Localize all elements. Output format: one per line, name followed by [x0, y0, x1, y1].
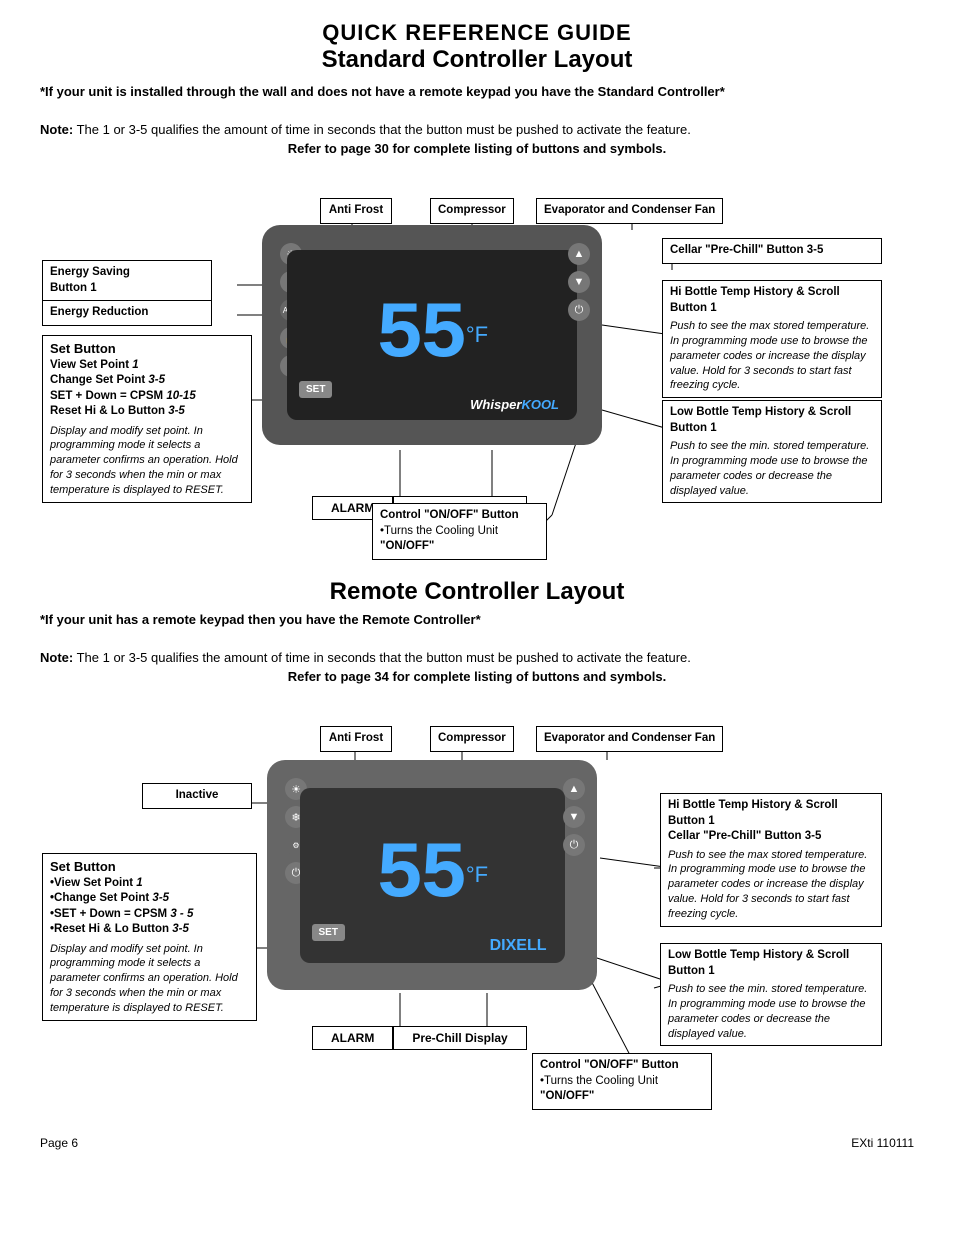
remote-brand: DIXELL [490, 937, 547, 955]
remote-bottom-bar: ALARM Pre-Chill Display [312, 1026, 527, 1050]
on-off-line1: •Turns the Cooling Unit [380, 524, 539, 540]
hi-bottle-desc: Push to see the max stored temperature. … [670, 319, 874, 393]
remote-temp-unit: °F [466, 862, 488, 888]
brand-kool: KOOL [521, 397, 559, 412]
remote-set-btn: SET [312, 924, 345, 941]
footer-doc: EXti 110111 [851, 1136, 914, 1150]
anti-frost-label: Anti Frost [320, 198, 392, 224]
remote-icon-pwr: ⏻ [563, 834, 585, 856]
remote-hi-bottle-desc: Push to see the max stored temperature. … [668, 848, 874, 922]
remote-prechill-display-box: Pre-Chill Display [393, 1026, 526, 1050]
icon-down-arrow: ▼ [568, 271, 590, 293]
hi-bottle-title: Hi Bottle Temp History & Scroll Button 1 [670, 285, 874, 316]
note-line: Note: The 1 or 3-5 qualifies the amount … [40, 122, 914, 137]
on-off-label: Control "ON/OFF" Button •Turns the Cooli… [372, 503, 547, 560]
energy-saving-label: Energy Saving Button 1 [42, 260, 212, 301]
remote-subtitle: *If your unit has a remote keypad then y… [40, 612, 914, 627]
lo-bottle-label: Low Bottle Temp History & Scroll Button … [662, 400, 882, 503]
remote-on-off-line1: •Turns the Cooling Unit [540, 1074, 704, 1090]
remote-note-bold: Refer to page 34 for complete listing of… [40, 669, 914, 684]
inactive-label: Inactive [142, 783, 252, 809]
remote-section: Remote Controller Layout *If your unit h… [40, 578, 914, 684]
lo-bottle-desc: Push to see the min. stored temperature.… [670, 439, 874, 498]
on-off-line2: "ON/OFF" [380, 539, 539, 555]
remote-lo-bottle-label: Low Bottle Temp History & Scroll Button … [660, 943, 882, 1046]
footer: Page 6 EXti 110111 [40, 1136, 914, 1150]
remote-temperature: 55 [376, 830, 464, 921]
remote-evap-fan-label: Evaporator and Condenser Fan [536, 726, 723, 752]
remote-set-view: •View Set Point 1 [50, 876, 249, 892]
remote-hi-bottle-title: Hi Bottle Temp History & Scroll Button 1 [668, 798, 874, 829]
remote-icon-down: ▼ [563, 806, 585, 828]
set-view: View Set Point 1 [50, 358, 244, 374]
on-off-title: Control "ON/OFF" Button [380, 508, 539, 524]
page-header: QUICK REFERENCE GUIDE Standard Controlle… [40, 20, 914, 156]
remote-set-cpsm: •SET + Down = CPSM 3 - 5 [50, 907, 249, 923]
dixell-brand: DIXELL [490, 937, 547, 954]
remote-note-content: The 1 or 3-5 qualifies the amount of tim… [73, 650, 691, 665]
temp-display-area: 55 °F WhisperKOOL SET [287, 250, 577, 420]
remote-on-off-label: Control "ON/OFF" Button •Turns the Cooli… [532, 1053, 712, 1110]
temperature-value: 55 [376, 290, 464, 381]
compressor-label: Compressor [430, 198, 514, 224]
remote-set-button-label: Set Button •View Set Point 1 •Change Set… [42, 853, 257, 1021]
right-icons: ▲ ▼ ⏻ [568, 243, 590, 321]
remote-on-off-line2: "ON/OFF" [540, 1089, 704, 1105]
footer-page: Page 6 [40, 1136, 78, 1150]
remote-on-off-title: Control "ON/OFF" Button [540, 1058, 704, 1074]
note-bold: Refer to page 30 for complete listing of… [40, 141, 914, 156]
remote-right-icons: ▲ ▼ ⏻ [563, 778, 585, 856]
standard-diagram: Anti Frost Compressor Evaporator and Con… [42, 170, 912, 560]
icon-up-arrow: ▲ [568, 243, 590, 265]
remote-set-desc: Display and modify set point. In program… [50, 942, 249, 1016]
remote-set-change: •Change Set Point 3-5 [50, 891, 249, 907]
temp-unit: °F [466, 322, 488, 348]
set-btn-display: SET [299, 381, 332, 398]
set-button-label: Set Button View Set Point 1 Change Set P… [42, 335, 252, 503]
remote-set-reset: •Reset Hi & Lo Button 3-5 [50, 922, 249, 938]
sub-title: Standard Controller Layout [40, 46, 914, 74]
set-button-title: Set Button [50, 340, 244, 358]
evap-fan-label: Evaporator and Condenser Fan [536, 198, 723, 224]
energy-reduction-label: Energy Reduction [42, 300, 212, 326]
remote-note-label: Note: [40, 650, 73, 665]
set-cpsm: SET + Down = CPSM 10-15 [50, 389, 244, 405]
note-content: The 1 or 3-5 qualifies the amount of tim… [73, 122, 691, 137]
set-desc: Display and modify set point. In program… [50, 424, 244, 498]
note-label: Note: [40, 122, 73, 137]
remote-diagram: Anti Frost Compressor Evaporator and Con… [42, 698, 912, 1118]
remote-anti-frost-label: Anti Frost [320, 726, 392, 752]
remote-lo-bottle-desc: Push to see the min. stored temperature.… [668, 982, 874, 1041]
remote-compressor-label: Compressor [430, 726, 514, 752]
remote-title: Remote Controller Layout [40, 578, 914, 606]
icon-power: ⏻ [568, 299, 590, 321]
lo-bottle-title: Low Bottle Temp History & Scroll Button … [670, 405, 874, 436]
cellar-prechill-label: Cellar "Pre-Chill" Button 3-5 [662, 238, 882, 264]
brand-whisperkool: WhisperKOOL [470, 397, 559, 412]
remote-alarm-box: ALARM [312, 1026, 393, 1050]
set-change: Change Set Point 3-5 [50, 373, 244, 389]
standard-subtitle: *If your unit is installed through the w… [40, 84, 914, 99]
remote-cellar-prechill: Cellar "Pre-Chill" Button 3-5 [668, 829, 874, 845]
remote-icon-up: ▲ [563, 778, 585, 800]
remote-controller-body: ☀ ❄ ⚙ ⏻ 55 °F DIXELL SET ▲ ▼ ⏻ [267, 760, 597, 990]
remote-lo-bottle-title: Low Bottle Temp History & Scroll Button … [668, 948, 874, 979]
hi-bottle-label: Hi Bottle Temp History & Scroll Button 1… [662, 280, 882, 398]
remote-set-title: Set Button [50, 858, 249, 876]
remote-note-line: Note: The 1 or 3-5 qualifies the amount … [40, 650, 914, 665]
remote-hi-bottle-label: Hi Bottle Temp History & Scroll Button 1… [660, 793, 882, 927]
standard-controller-body: ☀ ❄ AUX 🔒 ⚙ 55 °F WhisperKOOL SET ▲ ▼ ⏻ [262, 225, 602, 445]
main-title: QUICK REFERENCE GUIDE [40, 20, 914, 46]
brand-whisper: Whisper [470, 397, 521, 412]
set-reset: Reset Hi & Lo Button 3-5 [50, 404, 244, 420]
remote-temp-display: 55 °F DIXELL SET [300, 788, 565, 963]
